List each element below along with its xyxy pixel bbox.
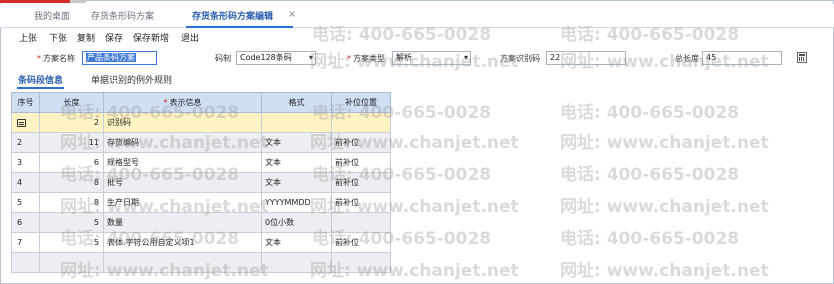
scheme-name-label: * 方案名称 (37, 54, 75, 63)
format-cell[interactable] (261, 112, 332, 133)
length-cell[interactable]: 5 (39, 232, 104, 253)
scheme-id-code-label: 方案识别码 (500, 54, 540, 63)
scheme-type-select[interactable]: 解析 ▾ (392, 51, 471, 65)
column-header-seq[interactable]: 序号 (11, 92, 40, 113)
chevron-down-icon: ▾ (308, 53, 313, 62)
display-info-cell[interactable]: 规格型号 (103, 152, 262, 173)
tab-inventory-barcode-scheme-edit[interactable]: 存货条形码方案编辑 (185, 8, 294, 28)
scheme-form: * 方案名称 产品条码方案 码制 Code128条码 ▾ * 方案类型 解析 ▾ 方… (0, 48, 834, 70)
row-seq-cell[interactable] (11, 112, 40, 133)
total-length-input[interactable]: 45 (702, 51, 782, 65)
table-row[interactable]: 2 11 存货编码 文本 前补位 (11, 132, 391, 153)
tab-document-exception-rules[interactable]: 单据识别的例外规则 (91, 73, 172, 86)
next-record-button[interactable]: 下张 (49, 31, 67, 44)
empty-cell[interactable] (331, 252, 391, 273)
code-system-label: 码制 (215, 54, 231, 63)
prev-record-button[interactable]: 上张 (19, 31, 37, 44)
tab-barcode-segment-info[interactable]: 条码段信息 (16, 73, 65, 89)
row-seq-cell: 3 (11, 152, 40, 173)
row-seq-cell: 6 (11, 212, 40, 233)
chevron-down-icon: ▾ (463, 53, 468, 62)
close-icon[interactable]: × (288, 9, 296, 20)
save-button[interactable]: 保存 (105, 31, 123, 44)
table-row[interactable]: 2 识别码 (11, 112, 391, 133)
row-seq-cell: 7 (11, 232, 40, 253)
length-cell[interactable]: 6 (39, 152, 104, 173)
total-length-label: 总长度 (675, 54, 699, 63)
row-edit-icon[interactable] (17, 118, 26, 127)
empty-cell[interactable] (11, 252, 40, 273)
length-cell[interactable]: 11 (39, 132, 104, 153)
row-seq-cell: 4 (11, 172, 40, 193)
brand-strip-secondary (70, 0, 86, 3)
format-cell[interactable]: 0位小数 (261, 212, 332, 233)
calculator-icon[interactable] (797, 52, 807, 63)
table-row[interactable]: 7 5 表体.字符公用自定义项1 文本 前补位 (11, 232, 391, 253)
column-header-format[interactable]: 格式 (261, 92, 332, 113)
brand-strip (0, 0, 70, 3)
pad-position-cell[interactable] (331, 112, 391, 133)
table-row[interactable]: 4 8 批号 文本 前补位 (11, 172, 391, 193)
toolbar: 上张 下张 复制 保存 保存新增 退出 (0, 28, 834, 46)
table-row-empty[interactable] (11, 252, 391, 273)
empty-cell[interactable] (103, 252, 262, 273)
pad-position-cell[interactable]: 前补位 (331, 192, 391, 213)
row-seq-cell: 2 (11, 132, 40, 153)
code-system-select[interactable]: Code128条码 ▾ (236, 51, 316, 65)
pad-position-cell[interactable] (331, 212, 391, 233)
length-cell[interactable]: 2 (39, 112, 104, 133)
pad-position-cell[interactable]: 前补位 (331, 172, 391, 193)
empty-cell[interactable] (39, 252, 104, 273)
length-cell[interactable]: 8 (39, 192, 104, 213)
pad-position-cell[interactable]: 前补位 (331, 132, 391, 153)
format-cell[interactable]: 文本 (261, 132, 332, 153)
save-and-new-button[interactable]: 保存新增 (133, 31, 169, 44)
copy-button[interactable]: 复制 (77, 31, 95, 44)
display-info-cell[interactable]: 识别码 (103, 112, 262, 133)
table-header-row: 序号 长度 * 表示信息 格式 补位位置 (11, 92, 391, 113)
pad-position-cell[interactable]: 前补位 (331, 152, 391, 173)
display-info-cell[interactable]: 生产日期 (103, 192, 262, 213)
empty-cell[interactable] (261, 252, 332, 273)
format-cell[interactable]: YYYYMMDD (261, 192, 332, 213)
detail-subtabs: 条码段信息 单据识别的例外规则 (0, 70, 834, 89)
column-header-pad-position[interactable]: 补位位置 (331, 92, 391, 113)
column-header-length[interactable]: 长度 (39, 92, 104, 113)
tab-my-desktop[interactable]: 我的桌面 (34, 8, 70, 26)
pad-position-cell[interactable]: 前补位 (331, 232, 391, 253)
table-row[interactable]: 6 5 数量 0位小数 (11, 212, 391, 233)
display-info-cell[interactable]: 存货编码 (103, 132, 262, 153)
column-header-display-info[interactable]: * 表示信息 (103, 92, 262, 113)
barcode-segment-table: 序号 长度 * 表示信息 格式 补位位置 2 识别码 2 11 存货编码 文本 前… (11, 92, 391, 273)
tab-strip: 我的桌面 存货条形码方案 存货条形码方案编辑 × (0, 4, 834, 28)
display-info-cell[interactable]: 数量 (103, 212, 262, 233)
row-seq-cell: 5 (11, 192, 40, 213)
table-row[interactable]: 5 8 生产日期 YYYYMMDD 前补位 (11, 192, 391, 213)
table-row[interactable]: 3 6 规格型号 文本 前补位 (11, 152, 391, 173)
exit-button[interactable]: 退出 (181, 31, 199, 44)
scheme-name-input[interactable]: 产品条码方案 (82, 51, 157, 65)
display-info-cell[interactable]: 表体.字符公用自定义项1 (103, 232, 262, 253)
length-cell[interactable]: 8 (39, 172, 104, 193)
scheme-id-code-input[interactable]: 22 (546, 51, 626, 65)
length-cell[interactable]: 5 (39, 212, 104, 233)
tab-inventory-barcode-scheme[interactable]: 存货条形码方案 (91, 8, 154, 26)
scheme-type-label: * 方案类型 (347, 54, 385, 63)
format-cell[interactable]: 文本 (261, 172, 332, 193)
format-cell[interactable]: 文本 (261, 232, 332, 253)
display-info-cell[interactable]: 批号 (103, 172, 262, 193)
format-cell[interactable]: 文本 (261, 152, 332, 173)
